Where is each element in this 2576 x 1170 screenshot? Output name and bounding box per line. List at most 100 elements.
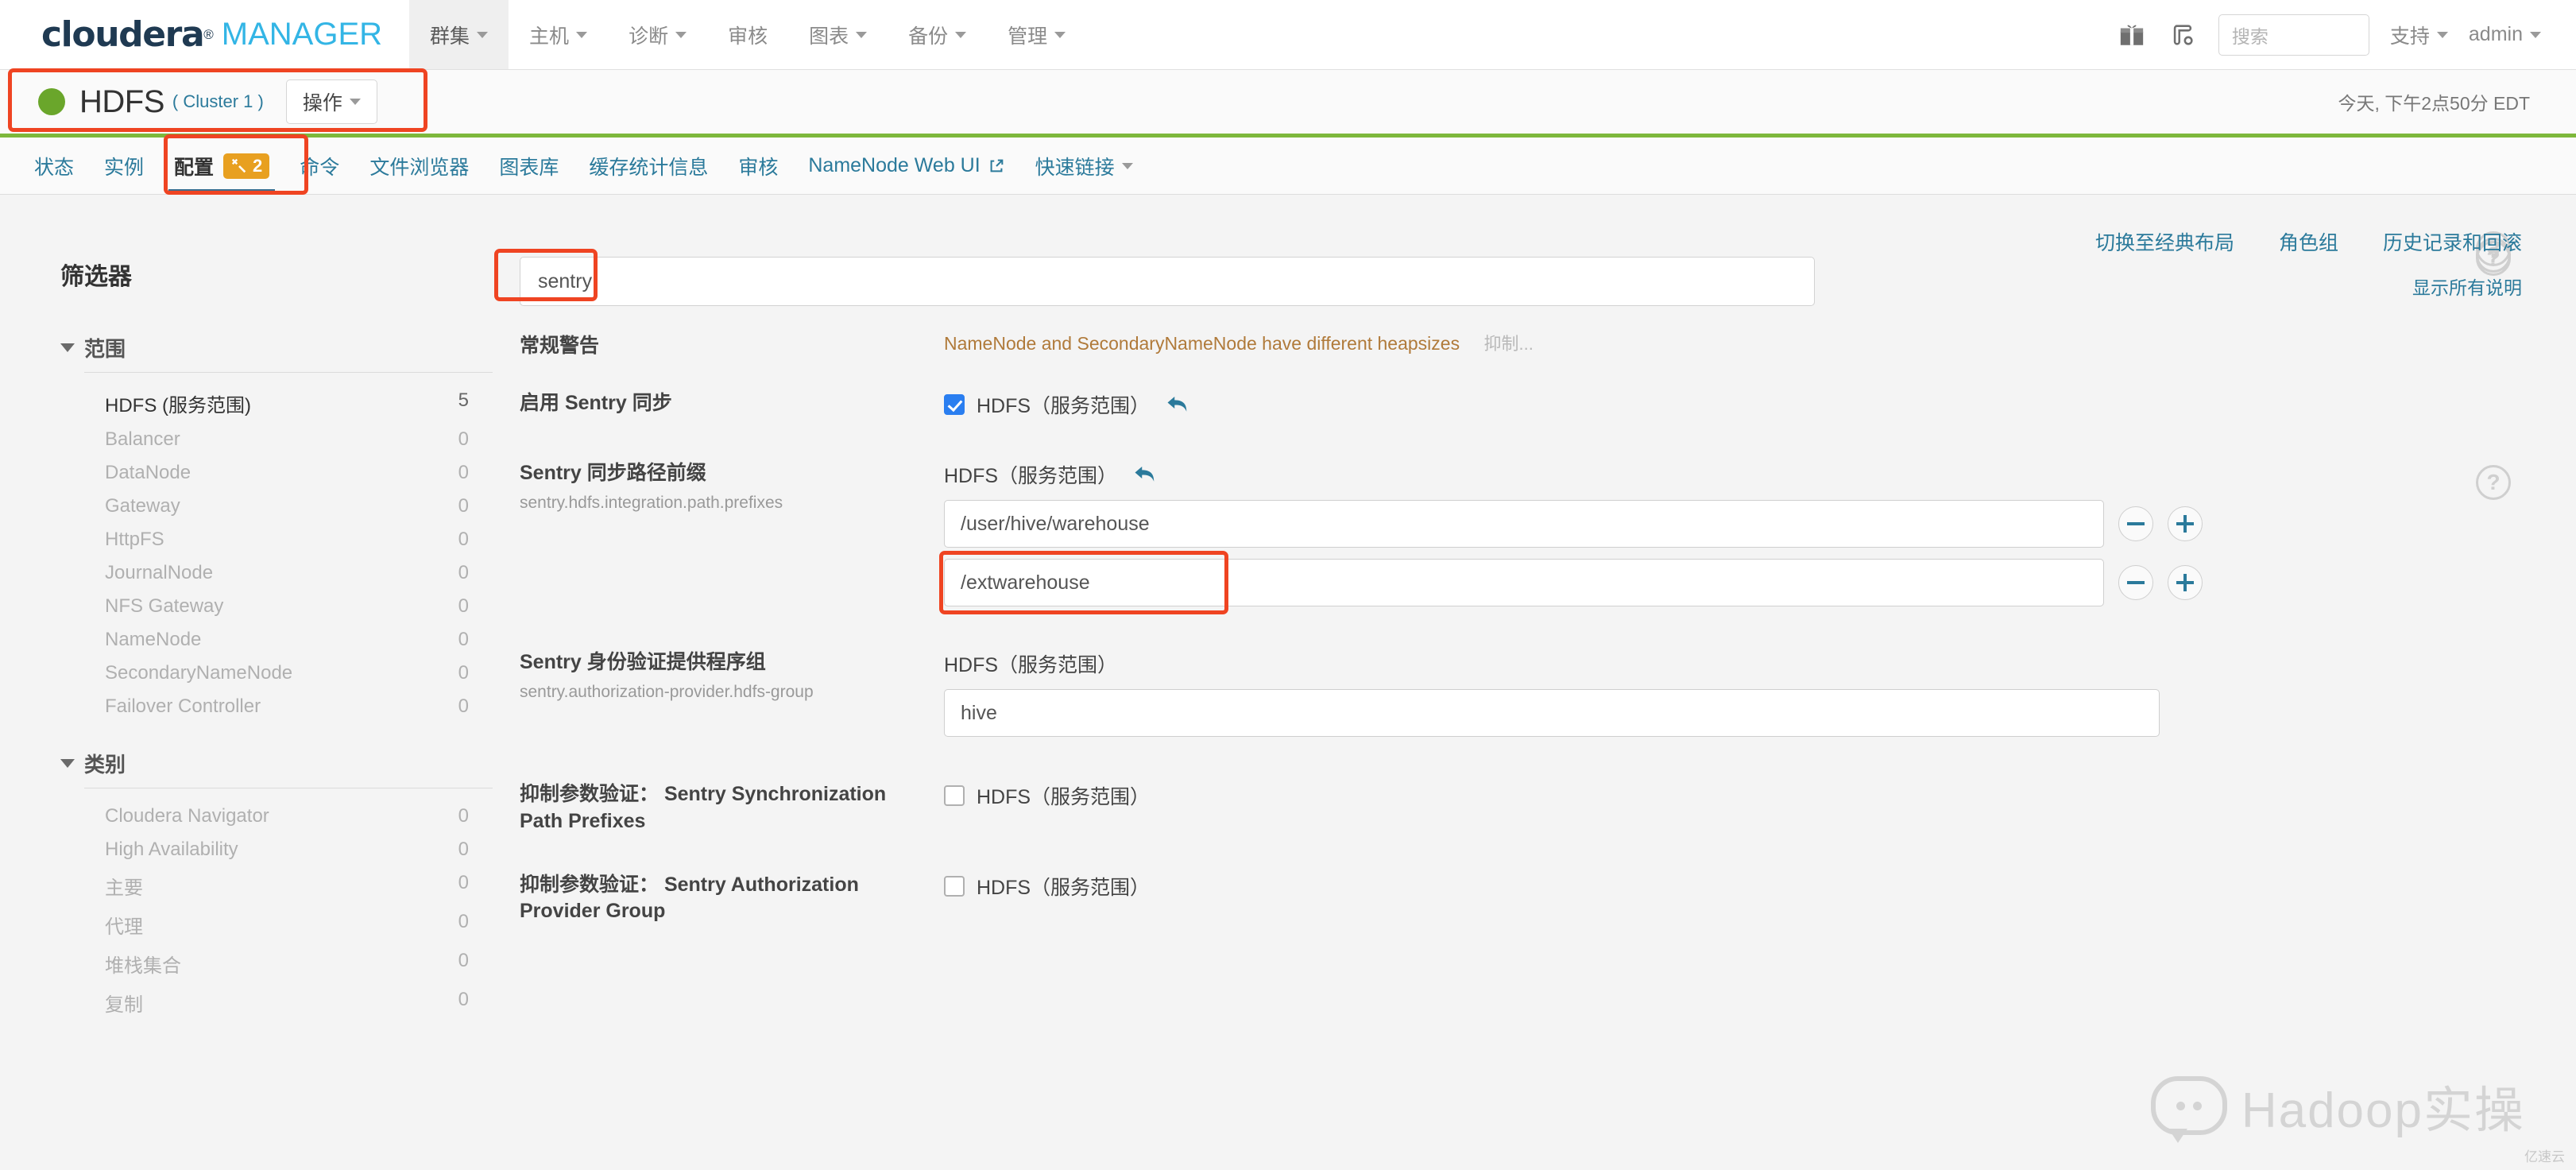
config-row-suppress-path-prefixes-validator: 抑制参数验证： Sentry Synchronization Path Pref… <box>512 238 2576 835</box>
history-and-rollback-link[interactable]: 历史记录和回滚 <box>2383 227 2522 256</box>
nav-item-hosts[interactable]: 主机 <box>509 0 608 69</box>
chevron-down-icon <box>60 759 75 768</box>
filter-count: 0 <box>458 428 469 450</box>
filter-item-gateway[interactable]: Gateway 0 <box>84 490 493 523</box>
global-search-placeholder: 搜索 <box>2231 25 2269 47</box>
remove-value-button[interactable] <box>2118 506 2153 541</box>
nav-item-backup[interactable]: 备份 <box>888 0 987 69</box>
facet-category: 类别 Cloudera Navigator 0 High Availabilit… <box>60 749 493 1022</box>
config-value-group: HDFS（服务范围） <box>944 781 2576 835</box>
tab-audits[interactable]: 审核 <box>723 138 793 194</box>
filter-label: SecondaryNameNode <box>105 662 293 684</box>
help-icon-glyph: ? <box>2486 470 2501 494</box>
cloudera-manager-logo[interactable]: cloudera ® MANAGER <box>0 0 409 69</box>
sentry-path-prefix-input-1[interactable]: /user/hive/warehouse <box>944 500 2104 548</box>
nav-item-clusters[interactable]: 群集 <box>409 0 509 69</box>
facet-scope-title: 范围 <box>84 337 126 361</box>
filter-item-namenode[interactable]: NameNode 0 <box>84 623 493 657</box>
add-value-button[interactable] <box>2168 565 2203 600</box>
config-value-row: hive <box>944 689 2576 737</box>
facet-scope-header[interactable]: 范围 <box>60 333 493 372</box>
undo-icon[interactable] <box>1133 464 1157 485</box>
actions-button-label: 操作 <box>302 92 342 114</box>
filter-item-hdfs-service-wide[interactable]: HDFS (服务范围) 5 <box>84 384 493 423</box>
tab-configuration[interactable]: 配置 2 <box>159 138 284 194</box>
tab-namenode-web-ui[interactable]: NameNode Web UI <box>793 138 1019 194</box>
suppress-path-prefixes-checkbox[interactable] <box>944 785 965 806</box>
config-scope-line: HDFS（服务范围） <box>944 872 2576 901</box>
filter-item-cloudera-navigator[interactable]: Cloudera Navigator 0 <box>84 800 493 833</box>
general-warning-text: NameNode and SecondaryNameNode have diff… <box>944 333 1460 354</box>
config-row-sentry-authorization-provider-group: Sentry 身份验证提供程序组 sentry.authorization-pr… <box>512 241 2576 737</box>
chevron-down-icon <box>955 31 967 38</box>
gift-icon[interactable] <box>2117 20 2147 50</box>
filter-item-failover-controller[interactable]: Failover Controller 0 <box>84 690 493 723</box>
filter-label: 复制 <box>105 994 143 1016</box>
add-value-button[interactable] <box>2168 506 2203 541</box>
filter-label: Gateway <box>105 495 180 517</box>
cluster-name-link[interactable]: ( Cluster 1 ) <box>172 91 264 112</box>
nav-item-administration[interactable]: 管理 <box>987 0 1086 69</box>
config-issue-badge[interactable]: 2 <box>223 153 270 179</box>
actions-button[interactable]: 操作 <box>285 79 377 124</box>
tab-status-label: 状态 <box>34 156 75 179</box>
user-menu[interactable]: admin <box>2469 23 2541 46</box>
filter-label: Failover Controller <box>105 695 261 717</box>
nav-item-diagnostics[interactable]: 诊断 <box>608 0 707 69</box>
filter-count: 0 <box>458 662 469 684</box>
tab-quick-links[interactable]: 快速链接 <box>1020 138 1148 194</box>
config-toolbar-links: 切换至经典布局 角色组 历史记录和回滚 <box>0 195 2576 289</box>
tab-instances[interactable]: 实例 <box>89 138 159 194</box>
top-bar-right-group: 搜索 支持 admin <box>2117 0 2576 69</box>
facet-category-header[interactable]: 类别 <box>60 749 493 788</box>
tab-file-browser[interactable]: 文件浏览器 <box>354 138 484 194</box>
filter-item-secondarynamenode[interactable]: SecondaryNameNode 0 <box>84 657 493 690</box>
sentry-path-prefix-value-2: /extwarehouse <box>961 571 1090 594</box>
suppress-provider-group-checkbox[interactable] <box>944 875 965 897</box>
filter-item-high-availability[interactable]: High Availability 0 <box>84 833 493 866</box>
tab-namenode-web-ui-label: NameNode Web UI <box>808 154 981 176</box>
tab-quick-links-label: 快速链接 <box>1035 156 1115 179</box>
sentry-authorization-provider-group-input[interactable]: hive <box>944 689 2160 737</box>
filter-count: 0 <box>458 629 469 650</box>
filter-item-datanode[interactable]: DataNode 0 <box>84 456 493 490</box>
switch-to-classic-layout-link[interactable]: 切换至经典布局 <box>2095 227 2234 256</box>
chevron-down-icon <box>675 31 687 38</box>
config-property-name: sentry.authorization-provider.hdfs-group <box>520 682 814 701</box>
filter-count: 0 <box>458 495 469 517</box>
filter-count: 0 <box>458 562 469 583</box>
filter-count: 0 <box>458 805 469 827</box>
config-scope-label: HDFS（服务范围） <box>977 876 1151 899</box>
current-time-label: 今天, 下午2点50分 EDT <box>2338 93 2530 114</box>
filter-item-main[interactable]: 主要 0 <box>84 866 493 905</box>
remove-value-button[interactable] <box>2118 565 2153 600</box>
filter-item-proxy[interactable]: 代理 0 <box>84 905 493 944</box>
filter-item-journalnode[interactable]: JournalNode 0 <box>84 556 493 590</box>
nav-item-audits[interactable]: 审核 <box>707 0 788 69</box>
tab-chart-library[interactable]: 图表库 <box>484 138 574 194</box>
scroll-document-icon[interactable] <box>2168 20 2198 50</box>
configuration-panel: sentry 显示所有说明 常规警告 NameNode and Secondar… <box>493 195 2576 1170</box>
filter-item-nfs-gateway[interactable]: NFS Gateway 0 <box>84 590 493 623</box>
filter-item-stacks-collection[interactable]: 堆栈集合 0 <box>84 944 493 983</box>
general-warning-row: 常规警告 NameNode and SecondaryNameNode have… <box>512 306 2576 358</box>
suppress-warning-link[interactable]: 抑制... <box>1484 334 1534 354</box>
filter-item-httpfs[interactable]: HttpFS 0 <box>84 523 493 556</box>
help-icon[interactable]: ? <box>2476 465 2511 500</box>
global-search-input[interactable]: 搜索 <box>2218 14 2369 56</box>
tab-status[interactable]: 状态 <box>19 138 89 194</box>
enable-sentry-sync-checkbox[interactable] <box>944 394 965 415</box>
undo-icon[interactable] <box>1166 394 1189 415</box>
filter-item-balancer[interactable]: Balancer 0 <box>84 423 493 456</box>
nav-item-charts[interactable]: 图表 <box>788 0 888 69</box>
sentry-path-prefix-input-2[interactable]: /extwarehouse <box>944 559 2104 606</box>
tab-audits-label: 审核 <box>738 156 779 179</box>
tab-commands[interactable]: 命令 <box>284 138 354 194</box>
top-navigation-bar: cloudera® MANAGER 群集 主机 诊断 审核 图表 备份 管理 <box>0 0 2576 70</box>
nav-item-backup-label: 备份 <box>908 25 949 48</box>
role-groups-link[interactable]: 角色组 <box>2279 227 2338 256</box>
filter-item-replication[interactable]: 复制 0 <box>84 983 493 1022</box>
support-menu[interactable]: 支持 <box>2390 21 2448 49</box>
tab-cache-statistics[interactable]: 缓存统计信息 <box>574 138 723 194</box>
general-warning-content: NameNode and SecondaryNameNode have diff… <box>944 330 1534 355</box>
